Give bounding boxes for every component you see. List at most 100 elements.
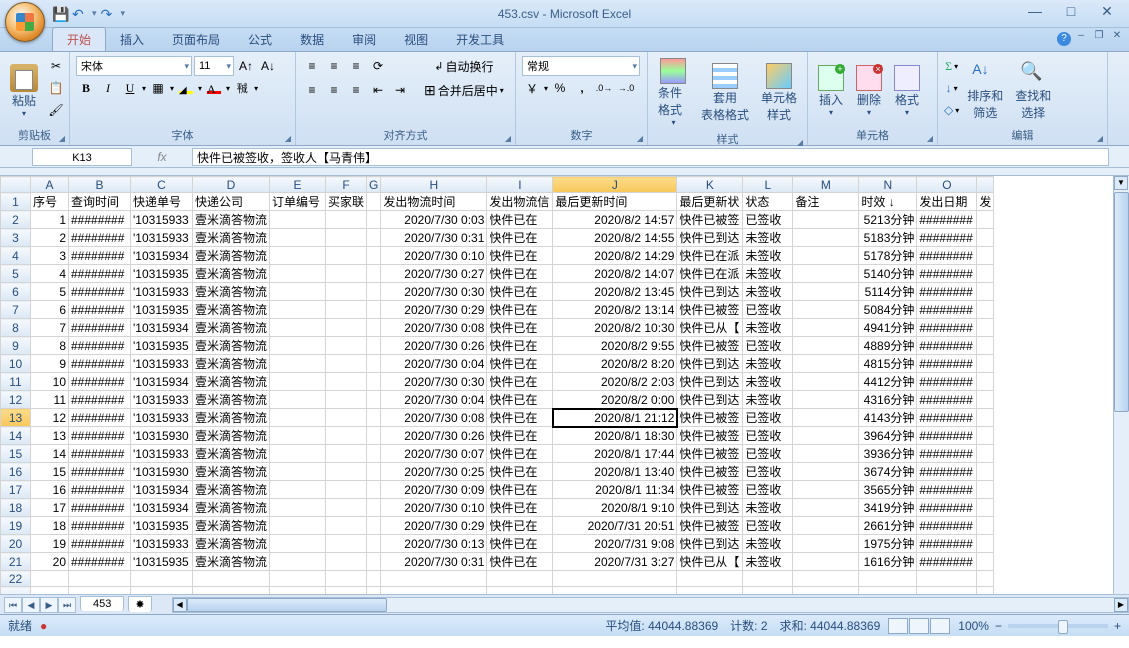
cell-7-L[interactable]: 已签收: [743, 301, 793, 319]
cell-17-I[interactable]: 快件已在: [487, 481, 553, 499]
cell-21-O[interactable]: ########: [917, 553, 977, 571]
cell-11-L[interactable]: 未签收: [743, 373, 793, 391]
row-header-20[interactable]: 20: [1, 535, 31, 553]
cell-4-N[interactable]: 5178分钟: [859, 247, 917, 265]
minimize-button[interactable]: —: [1017, 0, 1053, 22]
cell-1-B[interactable]: 查询时间: [69, 193, 131, 211]
cell-11-P[interactable]: [977, 373, 994, 391]
tab-insert[interactable]: 插入: [106, 28, 158, 51]
cell-3-I[interactable]: 快件已在: [487, 229, 553, 247]
cell-22-B[interactable]: [69, 571, 131, 587]
cell-18-D[interactable]: 壹米滴答物流: [193, 499, 270, 517]
cell-22-F[interactable]: [326, 571, 367, 587]
cell-14-J[interactable]: 2020/8/1 18:30: [553, 427, 677, 445]
cell-18-M[interactable]: [793, 499, 859, 517]
cell-2-D[interactable]: 壹米滴答物流: [193, 211, 270, 229]
cell-22-L[interactable]: [743, 571, 793, 587]
cell-10-I[interactable]: 快件已在: [487, 355, 553, 373]
shrink-font-button[interactable]: A↓: [258, 56, 278, 76]
cell-4-E[interactable]: [270, 247, 326, 265]
cell-2-M[interactable]: [793, 211, 859, 229]
col-header-A[interactable]: A: [31, 177, 69, 193]
cell-13-G[interactable]: [367, 409, 381, 427]
cell-5-N[interactable]: 5140分钟: [859, 265, 917, 283]
cell-16-I[interactable]: 快件已在: [487, 463, 553, 481]
cell-22-C[interactable]: [131, 571, 193, 587]
cell-12-C[interactable]: '10315933: [131, 391, 193, 409]
cell-9-L[interactable]: 已签收: [743, 337, 793, 355]
fx-icon[interactable]: fx: [157, 150, 166, 164]
cell-15-I[interactable]: 快件已在: [487, 445, 553, 463]
cell-13-D[interactable]: 壹米滴答物流: [193, 409, 270, 427]
cell-18-A[interactable]: 17: [31, 499, 69, 517]
cell-11-H[interactable]: 2020/7/30 0:30: [381, 373, 487, 391]
cell-5-F[interactable]: [326, 265, 367, 283]
cell-14-E[interactable]: [270, 427, 326, 445]
cell-15-E[interactable]: [270, 445, 326, 463]
cell-16-L[interactable]: 已签收: [743, 463, 793, 481]
zoom-slider[interactable]: [1008, 624, 1108, 628]
cell-1-H[interactable]: 发出物流时间: [381, 193, 487, 211]
cell-21-P[interactable]: [977, 553, 994, 571]
cell-9-F[interactable]: [326, 337, 367, 355]
row-header-2[interactable]: 2: [1, 211, 31, 229]
first-sheet-button[interactable]: ⏮: [4, 597, 22, 613]
cell-3-G[interactable]: [367, 229, 381, 247]
cell-21-D[interactable]: 壹米滴答物流: [193, 553, 270, 571]
cell-16-J[interactable]: 2020/8/1 13:40: [553, 463, 677, 481]
normal-view-button[interactable]: [888, 618, 908, 634]
cell-12-D[interactable]: 壹米滴答物流: [193, 391, 270, 409]
cell-17-O[interactable]: ########: [917, 481, 977, 499]
col-header-I[interactable]: I: [487, 177, 553, 193]
col-header-H[interactable]: H: [381, 177, 487, 193]
cell-15-F[interactable]: [326, 445, 367, 463]
cell-9-H[interactable]: 2020/7/30 0:26: [381, 337, 487, 355]
cell-14-F[interactable]: [326, 427, 367, 445]
tab-formulas[interactable]: 公式: [234, 28, 286, 51]
cell-12-B[interactable]: ########: [69, 391, 131, 409]
copy-button[interactable]: [46, 78, 66, 98]
cell-5-M[interactable]: [793, 265, 859, 283]
cell-13-A[interactable]: 12: [31, 409, 69, 427]
cell-19-D[interactable]: 壹米滴答物流: [193, 517, 270, 535]
cell-15-O[interactable]: ########: [917, 445, 977, 463]
cell-18-P[interactable]: [977, 499, 994, 517]
cell-11-O[interactable]: ########: [917, 373, 977, 391]
cell-6-B[interactable]: ########: [69, 283, 131, 301]
row-header-3[interactable]: 3: [1, 229, 31, 247]
cell-7-P[interactable]: [977, 301, 994, 319]
cell-1-F[interactable]: 买家联: [326, 193, 367, 211]
border-button[interactable]: [148, 78, 168, 98]
cell-20-I[interactable]: 快件已在: [487, 535, 553, 553]
page-break-view-button[interactable]: [930, 618, 950, 634]
conditional-formatting-button[interactable]: 条件格式▾: [654, 56, 693, 129]
cell-22-M[interactable]: [793, 571, 859, 587]
col-header-L[interactable]: L: [743, 177, 793, 193]
cell-3-C[interactable]: '10315933: [131, 229, 193, 247]
cell-15-B[interactable]: ########: [69, 445, 131, 463]
cell-20-D[interactable]: 壹米滴答物流: [193, 535, 270, 553]
cell-19-E[interactable]: [270, 517, 326, 535]
cell-10-H[interactable]: 2020/7/30 0:04: [381, 355, 487, 373]
cell-10-K[interactable]: 快件已到达: [677, 355, 743, 373]
cell-4-D[interactable]: 壹米滴答物流: [193, 247, 270, 265]
cell-10-O[interactable]: ########: [917, 355, 977, 373]
cell-11-A[interactable]: 10: [31, 373, 69, 391]
cell-4-P[interactable]: [977, 247, 994, 265]
zoom-out-button[interactable]: −: [995, 619, 1002, 633]
cell-9-C[interactable]: '10315935: [131, 337, 193, 355]
cell-6-M[interactable]: [793, 283, 859, 301]
cell-19-F[interactable]: [326, 517, 367, 535]
cell-6-O[interactable]: ########: [917, 283, 977, 301]
cell-12-M[interactable]: [793, 391, 859, 409]
cell-11-F[interactable]: [326, 373, 367, 391]
cell-9-M[interactable]: [793, 337, 859, 355]
cell-4-I[interactable]: 快件已在: [487, 247, 553, 265]
cell-4-J[interactable]: 2020/8/2 14:29: [553, 247, 677, 265]
cell-14-K[interactable]: 快件已被签: [677, 427, 743, 445]
cell-13-I[interactable]: 快件已在: [487, 409, 553, 427]
row-header-15[interactable]: 15: [1, 445, 31, 463]
cell-11-K[interactable]: 快件已到达: [677, 373, 743, 391]
sheet-tab-active[interactable]: 453: [80, 596, 124, 611]
cell-7-E[interactable]: [270, 301, 326, 319]
